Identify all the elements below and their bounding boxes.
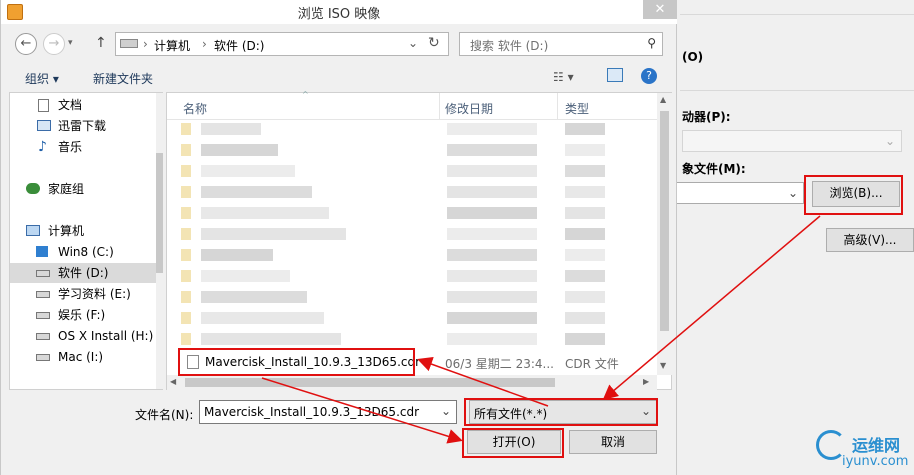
annotation-arrows — [261, 215, 821, 444]
arrow-file-to-open — [261, 377, 463, 444]
arrow-browse-to-filter — [602, 215, 821, 400]
arrow-filter-to-file — [417, 357, 549, 407]
